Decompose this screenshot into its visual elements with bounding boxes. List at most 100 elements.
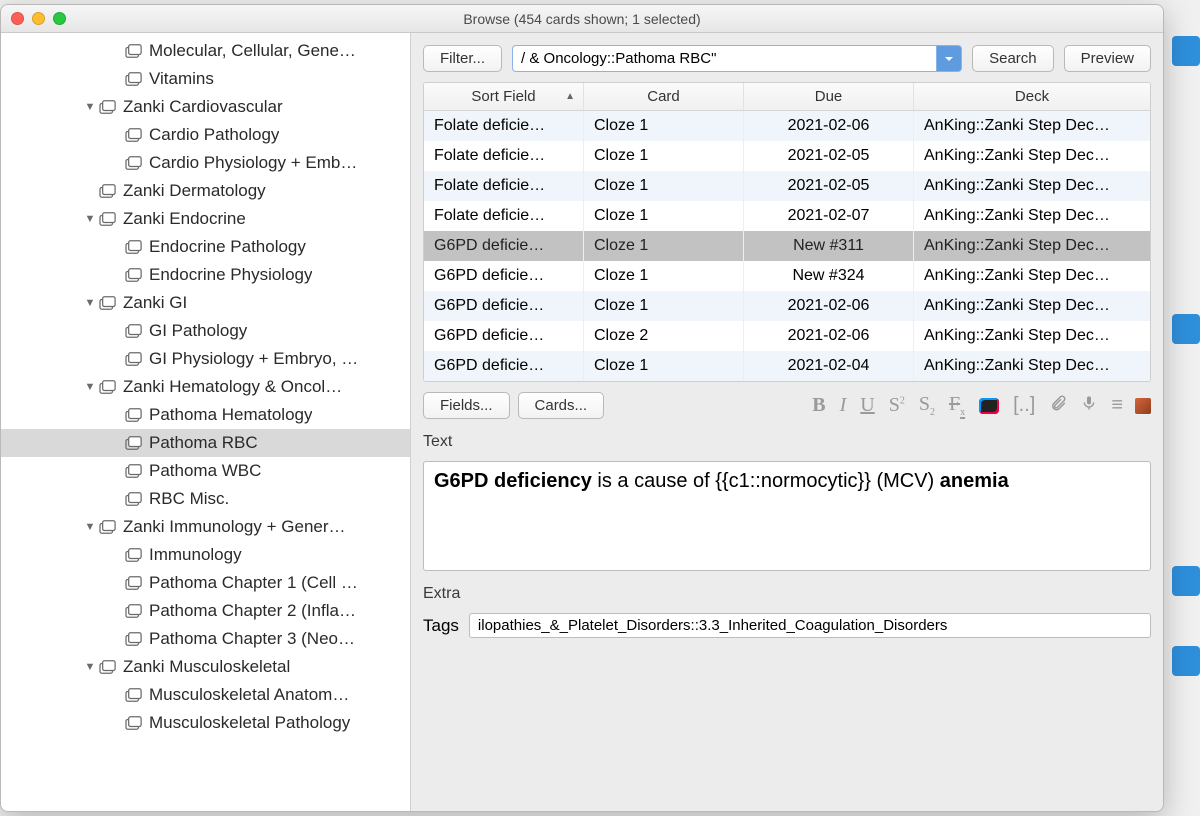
table-row[interactable]: G6PD deficie…Cloze 12021-02-06AnKing::Za… [424,291,1150,321]
deck-label: RBC Misc. [149,489,229,509]
cell-sortfield: Folate deficie… [424,171,584,201]
deck-tree-item[interactable]: Molecular, Cellular, Gene… [1,37,410,65]
deck-label: Endocrine Physiology [149,265,312,285]
more-icon[interactable]: ≡ [1111,394,1121,417]
cell-sortfield: G6PD deficie… [424,351,584,381]
table-row[interactable]: Folate deficie…Cloze 12021-02-07AnKing::… [424,201,1150,231]
deck-label: Vitamins [149,69,214,89]
bold-icon[interactable]: B [812,394,825,417]
cell-sortfield: G6PD deficie… [424,291,584,321]
deck-tree-item[interactable]: Pathoma Chapter 2 (Infla… [1,597,410,625]
deck-icon [125,267,143,283]
column-header-deck[interactable]: Deck [914,83,1150,110]
text-color-icon[interactable] [979,398,999,414]
table-row[interactable]: Folate deficie…Cloze 12021-02-06AnKing::… [424,111,1150,141]
deck-tree-item[interactable]: Pathoma RBC [1,429,410,457]
deck-tree-item[interactable]: Pathoma Chapter 3 (Neo… [1,625,410,653]
cell-card: Cloze 1 [584,111,744,141]
cell-card: Cloze 1 [584,291,744,321]
cell-deck: AnKing::Zanki Step Dec… [914,261,1150,291]
cell-deck: AnKing::Zanki Step Dec… [914,351,1150,381]
deck-tree-item[interactable]: Musculoskeletal Pathology [1,709,410,737]
deck-icon [125,127,143,143]
deck-tree-item[interactable]: Pathoma Hematology [1,401,410,429]
cell-card: Cloze 2 [584,321,744,351]
deck-tree-item[interactable]: Musculoskeletal Anatom… [1,681,410,709]
disclosure-triangle-icon[interactable]: ▼ [83,101,97,113]
text-field[interactable]: G6PD deficiency is a cause of {{c1::norm… [423,461,1151,571]
deck-label: Cardio Pathology [149,125,279,145]
deck-tree-item[interactable]: Endocrine Physiology [1,261,410,289]
table-row[interactable]: Folate deficie…Cloze 12021-02-05AnKing::… [424,141,1150,171]
cell-sortfield: Folate deficie… [424,201,584,231]
deck-label: GI Physiology + Embryo, … [149,349,358,369]
deck-label: Pathoma RBC [149,433,258,453]
disclosure-triangle-icon[interactable]: ▼ [83,661,97,673]
deck-tree-item[interactable]: Cardio Physiology + Emb… [1,149,410,177]
column-header-sortfield[interactable]: Sort Field ▲ [424,83,584,110]
record-audio-icon[interactable] [1081,394,1097,418]
cell-sortfield: G6PD deficie… [424,261,584,291]
deck-label: Endocrine Pathology [149,237,306,257]
table-row[interactable]: Folate deficie…Cloze 12021-02-05AnKing::… [424,171,1150,201]
cell-deck: AnKing::Zanki Step Dec… [914,231,1150,261]
deck-tree-item[interactable]: RBC Misc. [1,485,410,513]
deck-icon [99,379,117,395]
preview-button[interactable]: Preview [1064,45,1151,72]
table-row[interactable]: G6PD deficie…Cloze 12021-02-04AnKing::Za… [424,351,1150,381]
deck-tree-sidebar[interactable]: Molecular, Cellular, Gene…Vitamins▼Zanki… [1,33,411,811]
disclosure-triangle-icon[interactable]: ▼ [83,381,97,393]
deck-tree-item[interactable]: ▼Zanki Immunology + Gener… [1,513,410,541]
latex-icon[interactable] [1135,398,1151,414]
deck-tree-item[interactable]: ▼Zanki GI [1,289,410,317]
column-header-card[interactable]: Card [584,83,744,110]
disclosure-triangle-icon[interactable]: ▼ [83,297,97,309]
table-row[interactable]: G6PD deficie…Cloze 1New #324AnKing::Zank… [424,261,1150,291]
deck-icon [125,575,143,591]
cell-card: Cloze 1 [584,171,744,201]
main-panel: Filter... Search Preview Sort Field ▲ Ca [411,33,1163,811]
remove-format-icon[interactable]: Fx [949,393,965,418]
deck-tree-item[interactable]: Zanki Dermatology [1,177,410,205]
titlebar: Browse (454 cards shown; 1 selected) [1,5,1163,33]
deck-tree-item[interactable]: Pathoma WBC [1,457,410,485]
deck-tree-item[interactable]: ▼Zanki Cardiovascular [1,93,410,121]
subscript-icon[interactable]: S2 [919,393,935,418]
deck-tree-item[interactable]: Immunology [1,541,410,569]
deck-tree-item[interactable]: ▼Zanki Musculoskeletal [1,653,410,681]
tags-input[interactable] [469,613,1151,638]
underline-icon[interactable]: U [860,394,874,417]
deck-tree-item[interactable]: ▼Zanki Endocrine [1,205,410,233]
cell-card: Cloze 1 [584,141,744,171]
deck-tree-item[interactable]: GI Physiology + Embryo, … [1,345,410,373]
attachment-icon[interactable] [1049,394,1067,418]
fields-button[interactable]: Fields... [423,392,510,419]
cell-card: Cloze 1 [584,201,744,231]
italic-icon[interactable]: I [840,394,847,417]
cell-card: Cloze 1 [584,261,744,291]
deck-label: Pathoma Chapter 2 (Infla… [149,601,356,621]
deck-icon [99,211,117,227]
cell-due: 2021-02-06 [744,291,914,321]
sort-asc-icon: ▲ [565,91,575,102]
deck-tree-item[interactable]: GI Pathology [1,317,410,345]
deck-tree-item[interactable]: Pathoma Chapter 1 (Cell … [1,569,410,597]
cloze-icon[interactable]: [..] [1013,394,1035,417]
deck-tree-item[interactable]: Endocrine Pathology [1,233,410,261]
deck-tree-item[interactable]: Cardio Pathology [1,121,410,149]
search-button[interactable]: Search [972,45,1054,72]
disclosure-triangle-icon[interactable]: ▼ [83,521,97,533]
search-input[interactable] [512,45,936,72]
filter-button[interactable]: Filter... [423,45,502,72]
deck-tree-item[interactable]: Vitamins [1,65,410,93]
cell-deck: AnKing::Zanki Step Dec… [914,171,1150,201]
deck-tree-item[interactable]: ▼Zanki Hematology & Oncol… [1,373,410,401]
deck-label: Pathoma Hematology [149,405,312,425]
table-row[interactable]: G6PD deficie…Cloze 22021-02-06AnKing::Za… [424,321,1150,351]
superscript-icon[interactable]: S2 [889,394,905,417]
column-header-due[interactable]: Due [744,83,914,110]
search-history-dropdown[interactable] [936,45,962,72]
disclosure-triangle-icon[interactable]: ▼ [83,213,97,225]
table-row[interactable]: G6PD deficie…Cloze 1New #311AnKing::Zank… [424,231,1150,261]
cards-button[interactable]: Cards... [518,392,605,419]
